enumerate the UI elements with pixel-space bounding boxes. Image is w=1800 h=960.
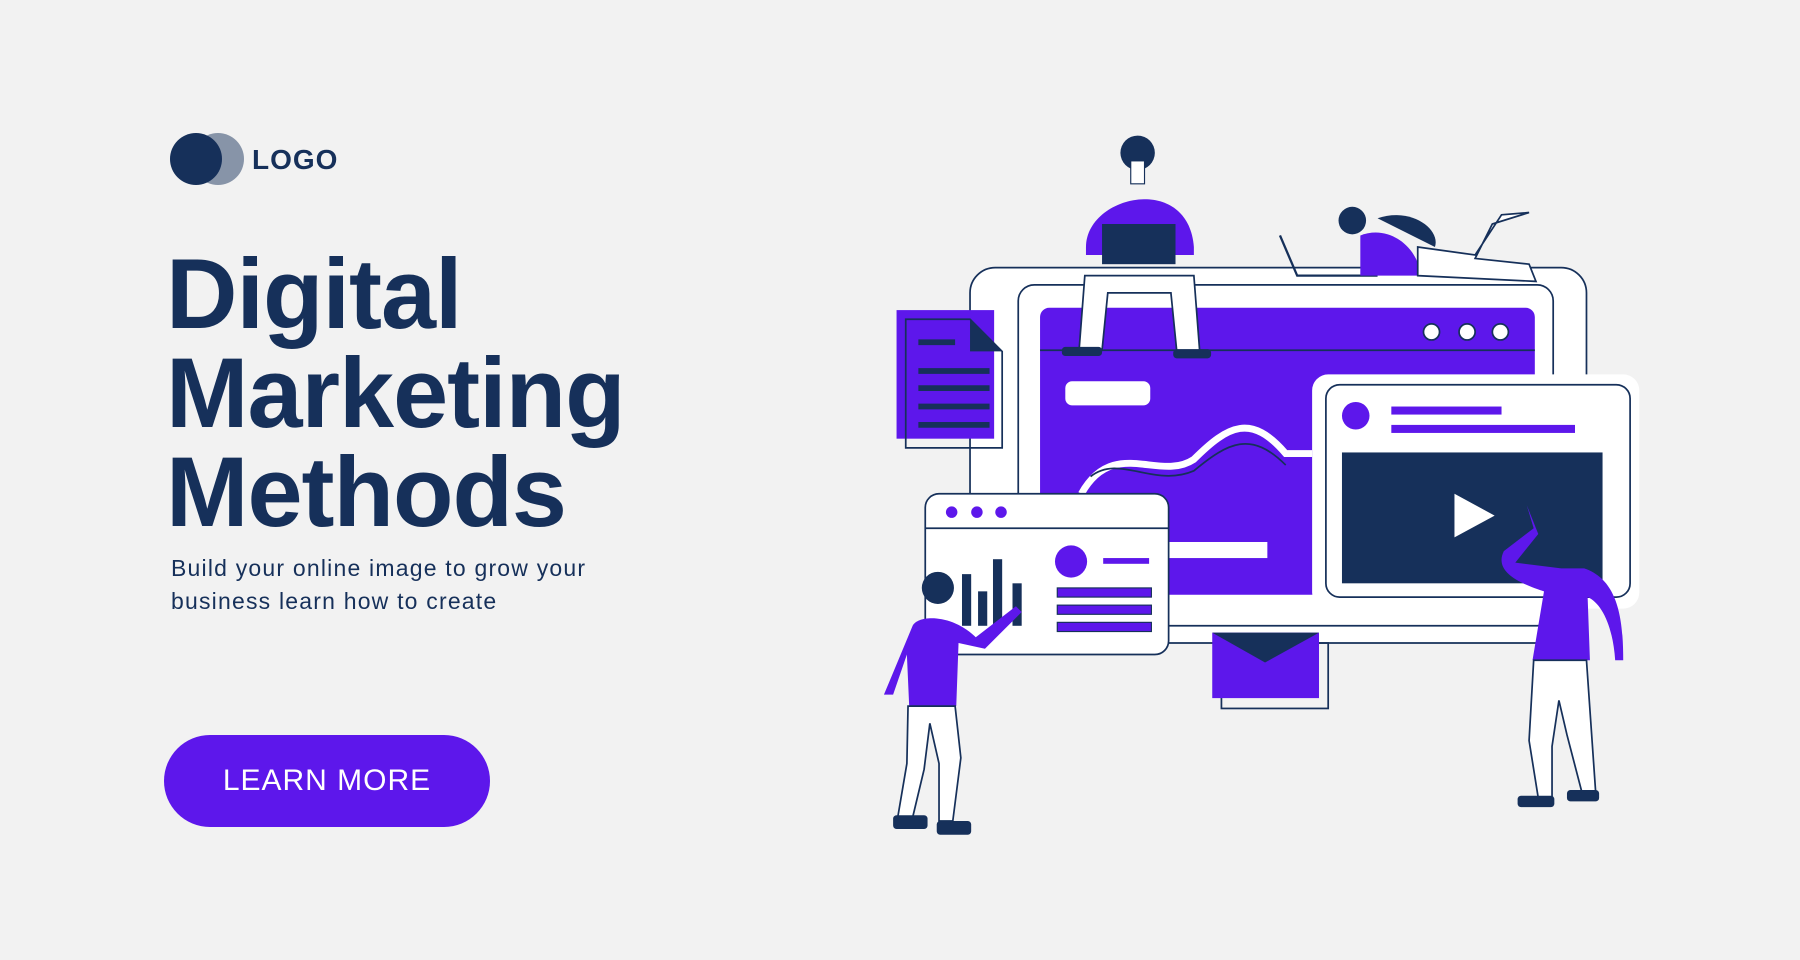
window-dots <box>1422 323 1510 341</box>
screen-bar <box>1168 541 1268 559</box>
screen-pill <box>1065 381 1151 406</box>
digital-marketing-illustration <box>883 135 1640 835</box>
